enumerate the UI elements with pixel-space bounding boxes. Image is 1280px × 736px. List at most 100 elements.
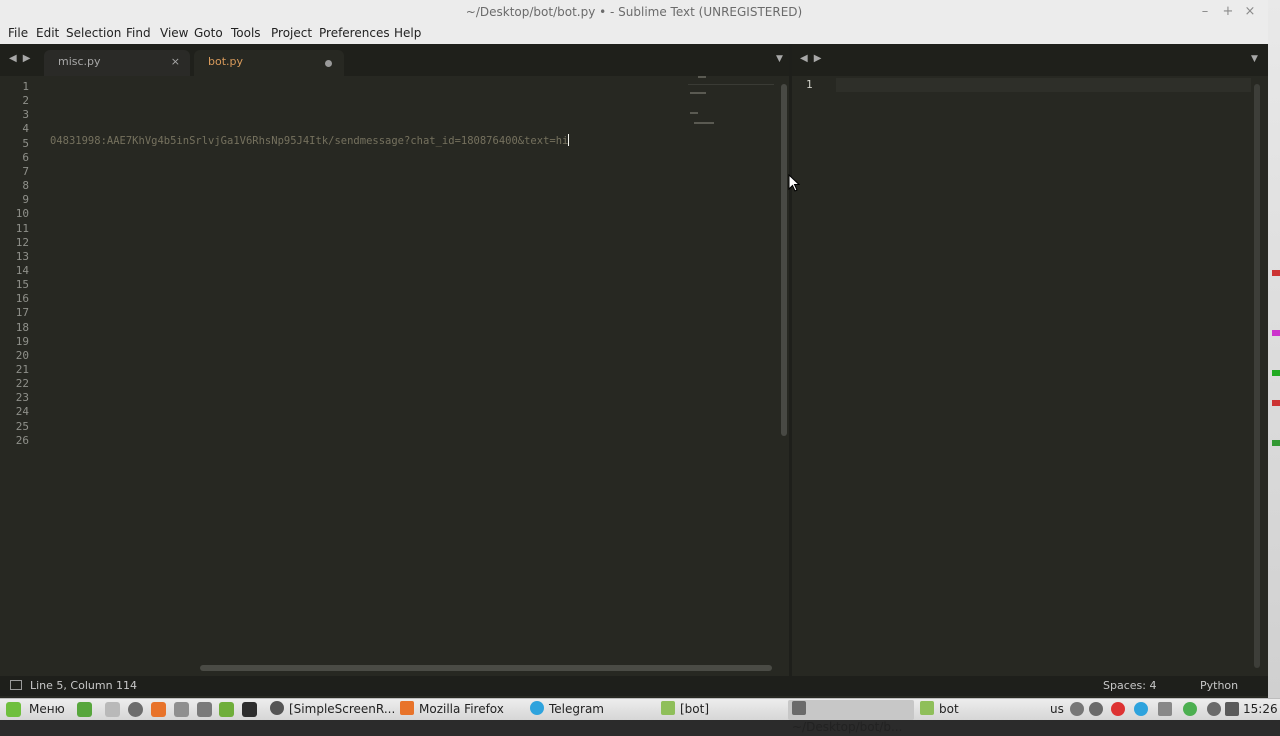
tab-label: misc.py <box>58 55 101 68</box>
tab-nav-arrows-icon[interactable]: ◀▶ <box>800 53 827 64</box>
menu-selection[interactable]: Selection <box>66 26 121 40</box>
syntax-selector[interactable]: Python <box>1200 676 1238 696</box>
vertical-scrollbar-right[interactable] <box>1254 84 1260 668</box>
screenrecorder-icon <box>270 701 284 715</box>
taskbar-window-screenrecorder[interactable]: [SimpleScreenR... <box>270 700 395 720</box>
menu-tools[interactable]: Tools <box>231 26 261 40</box>
menu-view[interactable]: View <box>160 26 188 40</box>
folder-icon <box>661 701 675 715</box>
editor-pane-left: ◀▶ misc.py × bot.py ▼ 1 2 3 4 5 6 7 8 9 10 11 12 13 1… <box>0 44 789 676</box>
line-number: 13 <box>15 249 29 263</box>
taskbar-window-bot-terminal[interactable]: bot <box>920 700 959 720</box>
clock-app-icon[interactable] <box>128 702 143 717</box>
current-line-highlight <box>836 78 1251 92</box>
window-label: ~/Desktop/bot/b... <box>792 720 903 734</box>
line-number: 16 <box>15 292 29 306</box>
unsaved-dot-icon[interactable] <box>325 60 332 67</box>
settings-icon[interactable] <box>174 702 189 717</box>
window-label: [bot] <box>680 702 710 716</box>
menu-project[interactable]: Project <box>271 26 312 40</box>
menu-bar: File Edit Selection Find View Goto Tools… <box>0 24 1268 44</box>
clock[interactable]: 15:26 <box>1243 699 1278 721</box>
keyboard-layout[interactable]: us <box>1050 699 1064 721</box>
menu-find[interactable]: Find <box>126 26 151 40</box>
menu-file[interactable]: File <box>8 26 28 40</box>
taskbar-window-telegram[interactable]: Telegram <box>530 700 604 720</box>
window-tray-icon[interactable] <box>1158 702 1172 716</box>
line-number: 22 <box>15 377 29 391</box>
line-number: 12 <box>15 235 29 249</box>
line-number: 18 <box>15 320 29 334</box>
minimap[interactable] <box>688 76 778 136</box>
window-label: Mozilla Firefox <box>419 702 504 716</box>
window-label: Telegram <box>549 702 604 716</box>
menu-help[interactable]: Help <box>394 26 421 40</box>
tab-menu-chevron-icon[interactable]: ▼ <box>776 54 783 64</box>
close-button[interactable]: × <box>1239 0 1261 24</box>
window-label: [SimpleScreenR... <box>289 702 396 716</box>
menu-goto[interactable]: Goto <box>194 26 223 40</box>
line-number: 1 <box>806 78 813 91</box>
tab-bar-left: ◀▶ misc.py × bot.py ▼ <box>0 44 789 76</box>
line-number: 14 <box>15 263 29 277</box>
taskbar-window-sublime[interactable]: ~/Desktop/bot/b... <box>788 700 914 734</box>
terminal-icon[interactable] <box>242 702 257 717</box>
battery-icon[interactable] <box>1225 702 1239 716</box>
folder-icon <box>920 701 934 715</box>
maximize-button[interactable]: + <box>1217 0 1239 24</box>
taskbar-window-bot-folder[interactable]: [bot] <box>661 700 709 720</box>
code-line-5[interactable]: 04831998:AAE7KhVg4b5inSrlvjGa1V6RhsNp95J… <box>50 134 570 148</box>
line-number: 24 <box>15 405 29 419</box>
code-text: 04831998:AAE7KhVg4b5inSrlvjGa1V6RhsNp95J… <box>50 135 569 147</box>
line-number: 15 <box>15 278 29 292</box>
taskbar-window-firefox[interactable]: Mozilla Firefox <box>400 700 504 720</box>
folder-icon[interactable] <box>219 702 234 717</box>
horizontal-scrollbar[interactable] <box>200 665 772 671</box>
line-number: 26 <box>15 433 29 447</box>
volume-icon[interactable] <box>1089 702 1103 716</box>
line-number: 20 <box>15 348 29 362</box>
text-caret <box>568 134 570 146</box>
start-menu-label: Меню <box>29 702 65 716</box>
pen-icon[interactable] <box>1070 702 1084 716</box>
line-number-gutter: 1 2 3 4 5 6 7 8 9 10 11 12 13 14 15 16 17 18 19 20 21 22 23 24 2… <box>0 76 48 676</box>
line-number: 11 <box>15 221 29 235</box>
line-number: 8 <box>22 179 29 193</box>
panel-toggle-icon[interactable] <box>10 680 22 690</box>
tab-bar-right: ◀▶ ▼ <box>792 44 1268 76</box>
cursor-position[interactable]: Line 5, Column 114 <box>30 676 137 696</box>
indentation-setting[interactable]: Spaces: 4 <box>1103 676 1156 696</box>
line-number: 23 <box>15 391 29 405</box>
network-icon[interactable] <box>1207 702 1221 716</box>
vertical-scrollbar[interactable] <box>781 84 787 436</box>
record-icon[interactable] <box>1111 702 1125 716</box>
show-desktop-icon[interactable] <box>77 702 92 717</box>
line-number: 10 <box>15 207 29 221</box>
tab-misc-py[interactable]: misc.py × <box>44 50 190 76</box>
taskbar: Меню [SimpleScreenR... Mozilla Firefox T… <box>0 698 1280 734</box>
tab-close-icon[interactable]: × <box>171 50 180 74</box>
tab-bot-py[interactable]: bot.py <box>194 50 344 76</box>
menu-preferences[interactable]: Preferences <box>319 26 390 40</box>
sublime-launcher-icon[interactable] <box>197 702 212 717</box>
status-bar: Line 5, Column 114 Spaces: 4 Python <box>0 676 1268 696</box>
sublime-icon <box>792 701 806 715</box>
line-number: 25 <box>15 419 29 433</box>
tab-nav-arrows-icon[interactable]: ◀▶ <box>9 53 36 64</box>
firefox-icon <box>400 701 414 715</box>
line-number: 7 <box>22 164 29 178</box>
menu-edit[interactable]: Edit <box>36 26 59 40</box>
firefox-launcher-icon[interactable] <box>151 702 166 717</box>
line-number: 9 <box>22 193 29 207</box>
telegram-tray-icon[interactable] <box>1134 702 1148 716</box>
background-window-edge <box>1268 0 1280 698</box>
minimize-button[interactable]: – <box>1194 0 1216 24</box>
window-label: bot <box>939 702 959 716</box>
line-number: 4 <box>22 122 29 136</box>
tab-label: bot.py <box>208 55 244 68</box>
tab-menu-chevron-icon[interactable]: ▼ <box>1251 54 1258 64</box>
line-number: 6 <box>22 150 29 164</box>
shield-icon[interactable] <box>1183 702 1197 716</box>
line-number: 21 <box>15 363 29 376</box>
file-manager-icon[interactable] <box>105 702 120 717</box>
